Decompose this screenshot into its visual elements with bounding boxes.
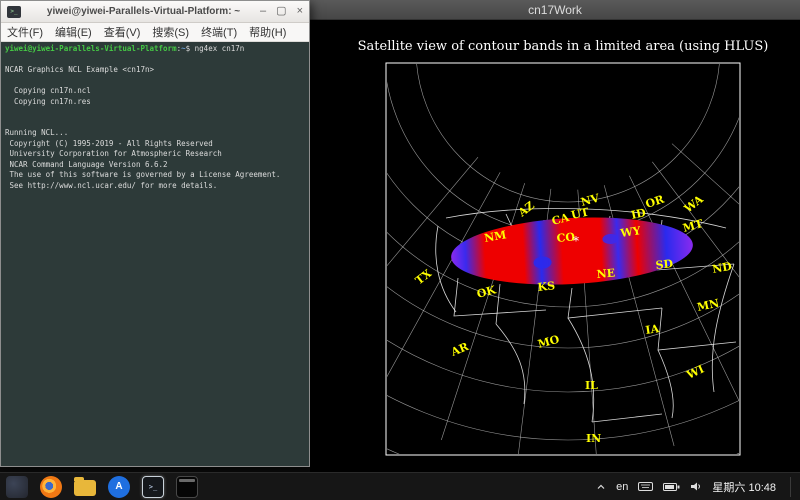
state-label-OK: OK [475, 283, 497, 301]
software-center-icon[interactable]: A [108, 476, 130, 498]
state-label-NE: NE [596, 266, 616, 281]
station-marker: * [573, 234, 579, 248]
terminal-line: Copyright (C) 1995-2019 - All Rights Res… [5, 139, 309, 150]
menu-item[interactable]: 文件(F) [7, 24, 43, 40]
terminal-app-icon: >_ [7, 6, 21, 18]
terminal-line: Copying cn17n.res [5, 97, 309, 108]
plot-window-icon[interactable] [176, 476, 198, 498]
state-label-OR: OR [644, 192, 667, 210]
volume-icon[interactable] [690, 481, 702, 492]
state-label-TX: TX [413, 267, 435, 288]
terminal-line [5, 107, 309, 118]
show-desktop-button[interactable] [790, 477, 794, 497]
plot-window-titlebar[interactable]: cn17Work [310, 0, 800, 20]
state-label-WA: WA [681, 192, 706, 216]
state-label-IA: IA [645, 322, 661, 337]
input-method-indicator[interactable]: en [616, 481, 628, 493]
menu-item[interactable]: 帮助(H) [249, 24, 286, 40]
terminal-line [5, 55, 309, 66]
plot-window-title: cn17Work [528, 3, 582, 17]
state-label-IL: IL [585, 379, 598, 392]
terminal-menubar: 文件(F) 编辑(E) 查看(V) 搜索(S) 终端(T) 帮助(H) [1, 23, 309, 42]
terminal-line: Running NCL... [5, 128, 309, 139]
close-button[interactable]: × [297, 6, 303, 17]
battery-icon[interactable] [663, 482, 680, 492]
minimize-button[interactable]: – [260, 6, 266, 17]
menu-item[interactable]: 搜索(S) [152, 24, 189, 40]
maximize-button[interactable]: ▢ [276, 6, 286, 17]
terminal-line [5, 76, 309, 87]
terminal-title: yiwei@yiwei-Parallels-Virtual-Platform: … [27, 6, 260, 17]
terminal-line [5, 191, 309, 202]
state-label-SD: SD [655, 257, 674, 272]
terminal-line: See http://www.ncl.ucar.edu/ for more de… [5, 181, 309, 192]
menu-item[interactable]: 终端(T) [201, 24, 237, 40]
state-label-IN: IN [586, 432, 601, 445]
terminal-line: Copying cn17n.ncl [5, 86, 309, 97]
system-tray: en 星期六 10:48 [596, 477, 794, 497]
menu-item[interactable]: 查看(V) [104, 24, 141, 40]
state-label-MN: MN [696, 297, 720, 314]
terminal-line: The use of this software is governed by … [5, 170, 309, 181]
satellite-map: NVCAUTAZNMCOWYIDORWAMTNDSDNEKSOKTXARMOIA… [310, 20, 800, 472]
chevron-up-icon[interactable] [596, 482, 606, 492]
firefox-icon[interactable] [40, 476, 62, 498]
launcher-icon[interactable] [6, 476, 28, 498]
terminal-output-lines: NCAR Graphics NCL Example <cn17n> Copyin… [5, 55, 309, 202]
prompt-line: yiwei@yiwei-Parallels-Virtual-Platform:~… [5, 44, 309, 55]
taskbar: A >_ en 星期六 10:48 [0, 472, 800, 500]
terminal-titlebar[interactable]: >_ yiwei@yiwei-Parallels-Virtual-Platfor… [1, 1, 309, 23]
state-label-KS: KS [537, 279, 556, 294]
contour-band-ellipse [449, 212, 694, 291]
terminal-icon[interactable]: >_ [142, 476, 164, 498]
terminal-line [5, 118, 309, 129]
state-label-ND: ND [711, 260, 733, 276]
dock: A >_ [6, 476, 198, 498]
clock[interactable]: 星期六 10:48 [712, 479, 776, 495]
desktop: cn17Work [0, 0, 800, 500]
terminal-line: NCAR Command Language Version 6.6.2 [5, 160, 309, 171]
terminal-line: NCAR Graphics NCL Example <cn17n> [5, 65, 309, 76]
menu-item[interactable]: 编辑(E) [55, 24, 92, 40]
ncl-graphics-window: cn17Work [310, 0, 800, 472]
terminal-line: University Corporation for Atmospheric R… [5, 149, 309, 160]
state-label-AR: AR [448, 340, 471, 359]
file-manager-icon[interactable] [74, 480, 96, 496]
prompt-user-host: yiwei@yiwei-Parallels-Virtual-Platform [5, 44, 177, 53]
command-text: ng4ex cn17n [190, 44, 244, 53]
terminal-output-area[interactable]: yiwei@yiwei-Parallels-Virtual-Platform:~… [1, 42, 309, 466]
window-controls: – ▢ × [260, 6, 303, 17]
plot-canvas: NVCAUTAZNMCOWYIDORWAMTNDSDNEKSOKTXARMOIA… [310, 20, 800, 472]
state-label-ID: ID [630, 206, 648, 222]
state-label-MO: MO [536, 333, 561, 351]
state-label-WI: WI [684, 363, 706, 383]
terminal-window: >_ yiwei@yiwei-Parallels-Virtual-Platfor… [0, 0, 310, 467]
keyboard-icon[interactable] [638, 481, 653, 492]
figure-title: Satellite view of contour bands in a lim… [358, 39, 769, 54]
